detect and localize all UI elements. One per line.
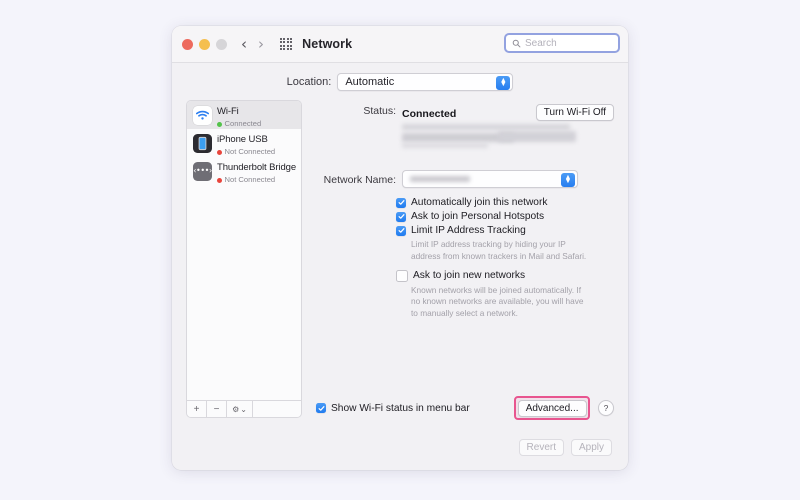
sidebar-item-name: iPhone USB [217,134,268,146]
checkbox-checked-icon [396,225,406,236]
sidebar-toolbar: + − ⚙ ⌄ [186,400,302,418]
chevron-updown-icon: ▲ ▼ [496,76,511,90]
window-footer: Revert Apply [172,430,628,470]
checkbox-show-wifi-status[interactable]: Show Wi-Fi status in menu bar [316,403,470,414]
navigation-arrows: ‹ › [241,34,264,53]
status-line: Connected Turn Wi-Fi Off [402,104,614,121]
network-name-column: ▲ ▼ [402,170,614,188]
sidebar-item-wifi[interactable]: Wi-Fi Connected [187,101,301,129]
advanced-button[interactable]: Advanced... [517,399,587,417]
checkbox-label: Ask to join new networks [413,270,526,282]
pane-bottom-row: Show Wi-Fi status in menu bar Advanced..… [316,396,614,430]
checkbox-label: Automatically join this network [411,197,548,208]
search-placeholder: Search [525,37,557,49]
checkbox-personal-hotspots[interactable]: Ask to join Personal Hotspots [396,211,614,222]
grid-apps-icon[interactable] [280,37,293,51]
sidebar-item-status: Not Connected [217,147,275,157]
sidebar-item-thunderbolt-bridge[interactable]: ‹•••› Thunderbolt Bridge Not Connected [187,157,301,185]
zoom-button [216,38,227,50]
checkbox-ask-join-new-networks[interactable]: Ask to join new networks [396,269,614,282]
minimize-button[interactable] [199,38,210,50]
wifi-detail-pane: Status: Connected Turn Wi-Fi Off Network… [302,100,614,430]
network-name-value-redacted [410,176,470,182]
network-preferences-window: ‹ › Network Search Location: Automatic ▲… [172,26,628,470]
status-label: Status: [363,105,396,117]
redacted-bar [402,124,570,130]
add-service-button[interactable]: + [187,401,207,417]
chevron-right-icon: › [258,34,264,53]
status-dot-disconnected [217,177,222,183]
status-badge: Connected [402,108,457,120]
checkbox-checked-icon [396,211,406,222]
sidebar-status-text: Not Connected [224,147,276,157]
service-actions-button[interactable]: ⚙ ⌄ [227,401,253,417]
turn-wifi-off-button[interactable]: Turn Wi-Fi Off [535,104,614,121]
location-label: Location: [286,76,332,88]
remove-service-button[interactable]: − [207,401,227,417]
sidebar-item-text: Wi-Fi Connected [217,101,261,129]
network-name-row: Network Name: ▲ ▼ [316,170,614,188]
checkbox-checked-icon [316,403,326,413]
chevron-updown-icon: ▲ ▼ [561,173,575,187]
wifi-icon [193,105,212,125]
checkbox-limit-ip-tracking[interactable]: Limit IP Address Tracking [396,225,614,236]
sidebar-item-name: Wi-Fi [217,106,239,118]
sidebar-item-status: Connected [217,119,261,129]
checkbox-label: Ask to join Personal Hotspots [411,211,545,222]
sidebar-item-status: Not Connected [217,175,295,185]
sidebar-toolbar-filler [253,401,301,417]
search-icon [512,39,521,47]
location-select[interactable]: Automatic ▲ ▼ [337,73,514,91]
close-button[interactable] [182,38,193,50]
network-name-select[interactable]: ▲ ▼ [402,170,578,188]
sidebar-status-text: Connected [224,119,262,129]
wifi-options-list: Automatically join this network Ask to j… [396,197,614,327]
sidebar-item-iphone-usb[interactable]: iPhone USB Not Connected [187,129,301,157]
status-dot-connected [217,121,222,127]
thunderbolt-icon: ‹•••› [193,161,212,181]
checkbox-label: Limit IP Address Tracking [411,225,526,236]
sidebar-status-text: Not Connected [224,175,276,185]
location-value: Automatic [345,76,395,88]
help-text-new-networks: Known networks will be joined automatica… [411,284,584,319]
gear-icon: ⚙ [232,404,240,414]
sidebar-item-name: Thunderbolt Bridge [217,162,297,174]
sidebar-item-text: iPhone USB Not Connected [217,129,275,157]
redacted-bar [498,131,576,142]
network-name-label: Network Name: [323,173,396,186]
page-title: Network [302,37,353,51]
status-dot-disconnected [217,149,222,155]
apply-button[interactable]: Apply [570,438,612,456]
revert-button[interactable]: Revert [518,438,564,456]
checkbox-checked-icon [396,197,406,208]
status-row: Status: Connected Turn Wi-Fi Off [316,104,614,150]
chevron-down-icon: ⌄ [240,404,247,414]
sidebar-container: Wi-Fi Connected iPhone USB Not Connected… [186,100,302,430]
location-row: Location: Automatic ▲ ▼ [172,63,628,100]
window-body: Wi-Fi Connected iPhone USB Not Connected… [172,100,628,430]
redacted-bar [402,143,488,148]
window-titlebar: ‹ › Network Search [172,26,628,63]
status-value-column: Connected Turn Wi-Fi Off [402,104,614,150]
status-detail-redacted [402,122,614,150]
help-button[interactable]: ? [598,400,614,416]
search-input[interactable]: Search [504,33,620,53]
iphone-icon [193,133,212,153]
services-sidebar: Wi-Fi Connected iPhone USB Not Connected… [186,100,302,400]
checkbox-label: Show Wi-Fi status in menu bar [331,402,470,414]
advanced-button-highlight: Advanced... [514,396,590,420]
checkbox-unchecked-icon [396,269,408,282]
chevron-left-icon[interactable]: ‹ [241,36,247,52]
traffic-lights [182,38,227,50]
sidebar-item-text: Thunderbolt Bridge Not Connected [217,157,297,185]
checkbox-auto-join[interactable]: Automatically join this network [396,197,614,208]
help-text-limit-ip: Limit IP address tracking by hiding your… [411,239,587,261]
